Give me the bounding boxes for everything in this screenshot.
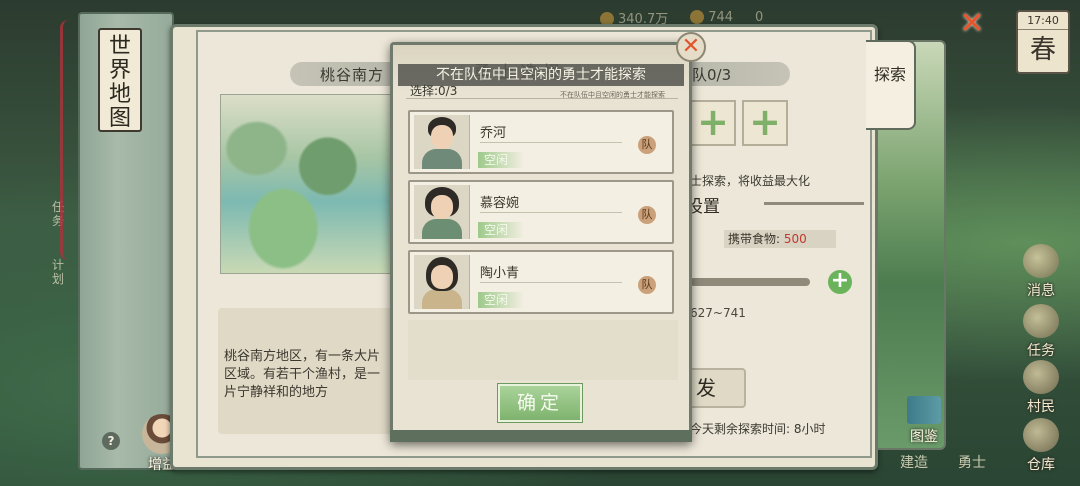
help-button[interactable]: ? bbox=[102, 432, 120, 450]
hero-slot-2[interactable]: + bbox=[690, 100, 736, 146]
team-badge: 队 bbox=[638, 276, 656, 294]
hero-divider bbox=[480, 212, 622, 213]
close-world-map-button[interactable]: ✕ bbox=[956, 8, 988, 40]
task-menu-item[interactable]: 任务 bbox=[1006, 304, 1076, 360]
modal-divider bbox=[406, 98, 678, 99]
add-food-button[interactable]: + bbox=[828, 270, 852, 294]
other-value: 0 bbox=[755, 9, 764, 25]
location-name: 桃谷南方 bbox=[320, 66, 385, 84]
confirm-button[interactable]: 确定 bbox=[497, 383, 583, 423]
atlas-button[interactable]: 图鉴 bbox=[898, 396, 950, 446]
food-slider[interactable] bbox=[690, 278, 810, 286]
stone-icon bbox=[690, 10, 705, 24]
hero-name: 乔河 bbox=[480, 126, 507, 141]
team-count: 队0/3 bbox=[692, 66, 732, 84]
reward-range: 627~741 bbox=[690, 306, 746, 320]
team-badge: 队 bbox=[638, 136, 656, 154]
warehouse-icon bbox=[1023, 418, 1059, 452]
clock-time: 17:40 bbox=[1018, 12, 1068, 30]
hero-portrait bbox=[414, 185, 470, 239]
hero-divider bbox=[480, 142, 622, 143]
other-resource: 0 bbox=[755, 10, 763, 25]
portrait-face bbox=[431, 125, 453, 149]
stone-resource: 744 bbox=[690, 10, 733, 25]
hero-nav[interactable]: 勇士 bbox=[958, 452, 986, 472]
left-plan-label: 计划 bbox=[52, 258, 65, 286]
hero-portrait bbox=[414, 115, 470, 169]
modal-list-empty-area bbox=[408, 320, 678, 380]
tab-explore[interactable]: 探索 bbox=[866, 40, 916, 130]
portrait-body bbox=[422, 149, 462, 169]
message-menu-item[interactable]: 消息 bbox=[1006, 244, 1076, 300]
message-icon bbox=[1023, 244, 1059, 278]
hero-card[interactable]: 慕容婉 空闲 队 bbox=[408, 180, 674, 244]
hero-name: 陶小青 bbox=[480, 266, 520, 281]
hero-status: 空闲 bbox=[478, 292, 524, 308]
build-nav[interactable]: 建造 bbox=[900, 452, 928, 472]
portrait-body bbox=[422, 289, 462, 309]
modal-bottom-edge bbox=[390, 430, 692, 442]
location-description: 桃谷南方地区，有一条大片区域。有若干个渔村，是一片宁静祥和的地方 bbox=[218, 308, 398, 434]
ribbon-decoration bbox=[60, 20, 76, 260]
portrait-face bbox=[431, 195, 453, 219]
villager-icon bbox=[1023, 360, 1059, 394]
modal-close-button[interactable]: ✕ bbox=[676, 32, 706, 62]
season-label: 春 bbox=[1029, 35, 1056, 65]
game-clock: 17:40 春 bbox=[1016, 10, 1070, 74]
hero-name: 慕容婉 bbox=[480, 196, 520, 211]
location-landscape-image bbox=[220, 94, 400, 274]
explore-hint: 士探索，将收益最大化 bbox=[690, 174, 811, 188]
hero-portrait bbox=[414, 255, 470, 309]
selection-count: 选择:0/3 bbox=[410, 84, 458, 98]
world-map-title: 世界地图 bbox=[98, 28, 142, 132]
hero-divider bbox=[480, 282, 622, 283]
atlas-book-icon bbox=[907, 396, 941, 424]
hero-slot-3[interactable]: + bbox=[742, 100, 788, 146]
scroll-icon bbox=[1023, 304, 1059, 338]
warehouse-menu-item[interactable]: 仓库 bbox=[1006, 418, 1076, 474]
team-badge: 队 bbox=[638, 206, 656, 224]
hero-card[interactable]: 陶小青 空闲 队 bbox=[408, 250, 674, 314]
setting-divider bbox=[764, 202, 864, 205]
food-carry-field: 携带食物: 500 bbox=[724, 230, 836, 248]
hero-card[interactable]: 乔河 空闲 队 bbox=[408, 110, 674, 174]
remaining-explore-time: 今天剩余探索时间: 8小时 bbox=[690, 422, 826, 436]
villager-menu-item[interactable]: 村民 bbox=[1006, 360, 1076, 416]
stone-value: 744 bbox=[708, 9, 734, 25]
food-value: 500 bbox=[783, 232, 807, 246]
hero-status: 空闲 bbox=[478, 152, 524, 168]
portrait-body bbox=[422, 219, 462, 239]
portrait-face bbox=[431, 265, 453, 289]
hero-status: 空闲 bbox=[478, 222, 524, 238]
depart-button[interactable]: 发 bbox=[688, 368, 746, 408]
